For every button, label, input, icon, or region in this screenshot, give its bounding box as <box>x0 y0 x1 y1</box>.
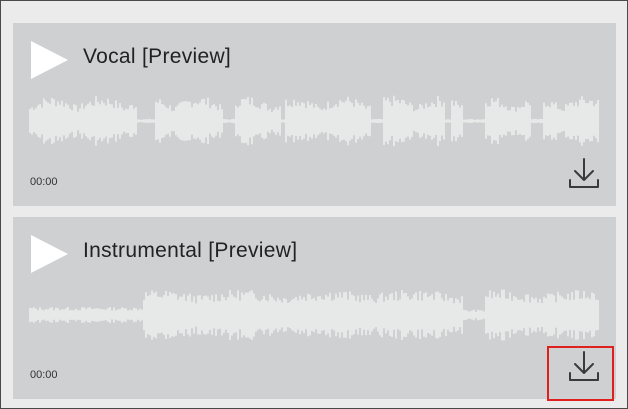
track-title: Vocal [Preview] <box>83 45 232 68</box>
tracks-frame: Vocal [Preview] 00:00 Instrumental [Prev… <box>0 0 628 409</box>
waveform[interactable] <box>29 287 600 343</box>
download-icon <box>569 351 599 381</box>
track-title: Instrumental [Preview] <box>83 239 298 262</box>
download-button[interactable] <box>564 154 604 194</box>
download-button[interactable] <box>547 346 614 401</box>
download-icon <box>569 158 599 188</box>
track-card-instrumental: Instrumental [Preview] 00:00 <box>13 217 616 401</box>
time-label: 00:00 <box>30 176 58 188</box>
track-card-vocal: Vocal [Preview] 00:00 <box>13 23 616 206</box>
time-label: 00:00 <box>30 369 58 381</box>
waveform[interactable] <box>29 93 600 149</box>
play-icon[interactable] <box>31 41 68 79</box>
play-icon[interactable] <box>31 235 68 273</box>
